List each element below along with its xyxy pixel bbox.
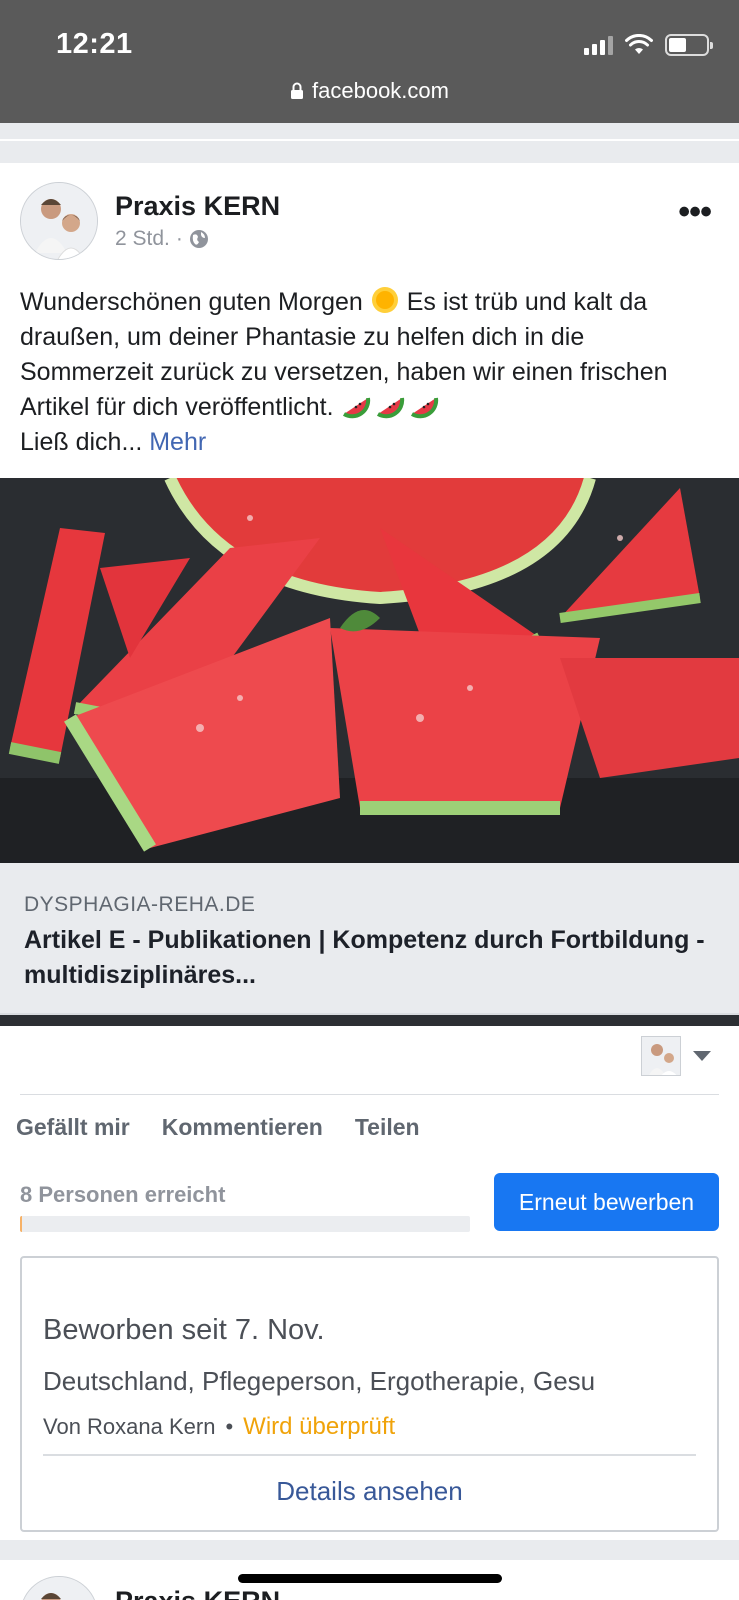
promotion-card: Beworben seit 7. Nov. Deutschland, Pfleg… bbox=[20, 1256, 719, 1532]
wifi-icon bbox=[625, 34, 653, 54]
post-options-button[interactable]: ••• bbox=[678, 195, 712, 229]
globe-icon bbox=[189, 230, 208, 248]
home-indicator[interactable] bbox=[238, 1574, 502, 1583]
watermelon-emoji-icon bbox=[376, 397, 404, 419]
promotion-title: Beworben seit 7. Nov. bbox=[43, 1314, 325, 1346]
link-domain: DYSPHAGIA-REHA.DE bbox=[24, 893, 256, 916]
page-avatar[interactable] bbox=[20, 1576, 98, 1600]
comment-button[interactable]: Kommentieren bbox=[162, 1114, 323, 1141]
url-text: facebook.com bbox=[312, 78, 449, 103]
post-time[interactable]: 2 Std. bbox=[115, 227, 170, 251]
watermelon-emoji-icon bbox=[342, 397, 370, 419]
page-name[interactable]: Praxis KERN bbox=[115, 191, 280, 222]
reach-progress-bar bbox=[20, 1216, 470, 1232]
promotion-targets: Deutschland, Pflegeperson, Ergotherapie,… bbox=[43, 1366, 596, 1396]
actions-divider bbox=[20, 1094, 719, 1095]
promotion-by: Von Roxana Kern bbox=[43, 1414, 216, 1439]
promotion-owner: Von Roxana Kern • Wird überprüft bbox=[43, 1413, 395, 1441]
sun-emoji-icon bbox=[371, 287, 398, 313]
system-icons bbox=[584, 34, 713, 56]
link-preview-info[interactable]: DYSPHAGIA-REHA.DE Artikel E - Publikatio… bbox=[0, 863, 739, 1015]
link-title: Artikel E - Publikationen | Kompetenz du… bbox=[24, 926, 705, 989]
post-actions: Gefällt mir Kommentieren Teilen bbox=[16, 1114, 420, 1141]
clock: 12:21 bbox=[56, 28, 133, 60]
page-avatar[interactable] bbox=[20, 182, 98, 260]
watermelon-emoji-icon bbox=[410, 397, 438, 419]
feed-separator bbox=[0, 1540, 739, 1560]
address-bar[interactable]: facebook.com bbox=[0, 78, 739, 104]
battery-icon bbox=[665, 34, 713, 56]
browser-status-bar: 12:21 facebook.com bbox=[0, 0, 739, 123]
page-name[interactable]: Praxis KERN bbox=[115, 1586, 280, 1600]
chevron-down-icon bbox=[693, 1051, 711, 1061]
reach-label: 8 Personen erreicht bbox=[20, 1182, 226, 1207]
promotion-status: Wird überprüft bbox=[243, 1413, 396, 1440]
view-details-link[interactable]: Details ansehen bbox=[22, 1476, 717, 1507]
meta-separator: · bbox=[175, 227, 183, 250]
small-avatar bbox=[641, 1036, 681, 1076]
boost-again-button[interactable]: Erneut bewerben bbox=[494, 1173, 719, 1231]
feed-separator bbox=[0, 123, 739, 163]
promotion-divider bbox=[43, 1454, 696, 1456]
acting-as-selector[interactable] bbox=[641, 1036, 711, 1076]
lock-icon bbox=[291, 82, 304, 99]
post-meta: 2 Std. · bbox=[115, 227, 209, 251]
promotion-bullet: • bbox=[225, 1414, 234, 1439]
post-text: Wunderschönen guten Morgen Es ist trüb u… bbox=[20, 285, 720, 460]
share-button[interactable]: Teilen bbox=[355, 1114, 420, 1141]
signal-icon bbox=[584, 35, 613, 55]
like-button[interactable]: Gefällt mir bbox=[16, 1114, 130, 1141]
see-more-link[interactable]: Mehr bbox=[149, 428, 206, 456]
